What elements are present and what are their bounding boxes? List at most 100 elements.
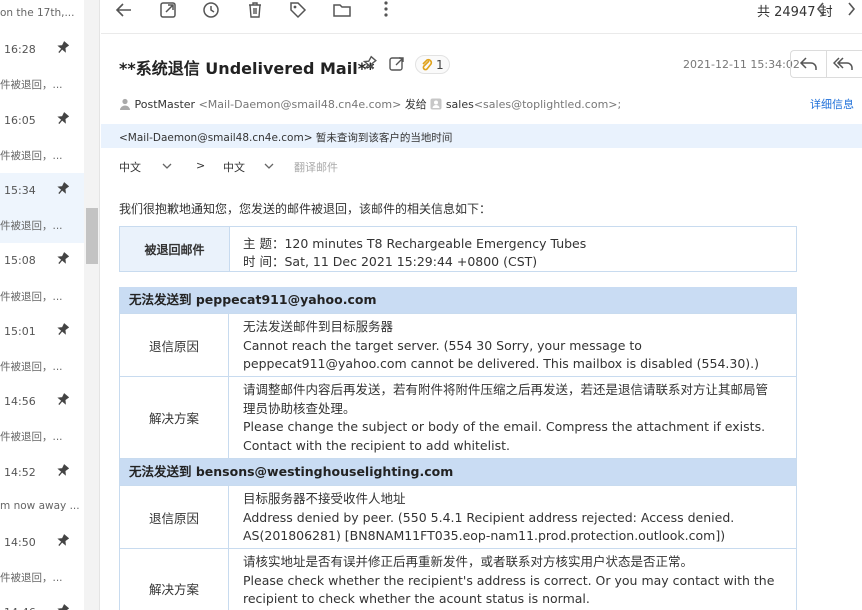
more-options-button[interactable]: [376, 0, 398, 20]
recipient-name[interactable]: sales: [446, 98, 474, 111]
bounced-mail-table: 被退回邮件 主 题：120 minutes T8 Rechargeable Em…: [119, 226, 797, 272]
translate-mail-button[interactable]: 翻译邮件: [294, 159, 338, 175]
mail-list-item-snippet-row[interactable]: on the 17th,...: [0, 0, 84, 32]
contact-icon: [430, 98, 442, 110]
pin-icon[interactable]: [55, 41, 69, 55]
sender-address[interactable]: <Mail-Daemon@smail48.cn4e.com>: [199, 98, 402, 111]
mail-list-item-time-row[interactable]: 16:28: [0, 32, 84, 67]
text-line: Please change the subject or body of the…: [243, 419, 766, 434]
mail-list-item-time-row[interactable]: 15:01: [0, 314, 84, 349]
mail-time: 16:28: [4, 43, 36, 57]
paperclip-icon: [422, 58, 433, 71]
source-language-select[interactable]: 中文: [119, 159, 141, 175]
message-subject: **系统退信 Undelivered Mail**: [119, 59, 375, 78]
mail-time: 14:56: [4, 395, 36, 409]
delete-button[interactable]: [245, 0, 267, 20]
text-line: Contact with the recipient to add whitel…: [243, 437, 510, 453]
failure-solution-row: 解决方案 请核实地址是否有误并修正后再重新发件，或者联系对方核实用户状态是否正常…: [120, 548, 796, 610]
mail-list-item-snippet-row[interactable]: 件被退回，...: [0, 138, 84, 173]
mail-list-item-time-row[interactable]: 14:56: [0, 384, 84, 419]
mail-list-item-snippet-row[interactable]: 件被退回，...: [0, 208, 84, 244]
mail-time: 15:01: [4, 324, 36, 338]
recipient-address[interactable]: <sales@toplightled.com>;: [474, 98, 621, 111]
mail-snippet: 件被退回，...: [0, 290, 63, 303]
clock-icon: [203, 2, 219, 18]
sent-to-label: 发给: [404, 98, 427, 111]
text-line: Cannot reach the target server. (554 30 …: [243, 337, 642, 353]
mail-list-item-time-row[interactable]: 15:08: [0, 243, 84, 278]
failure-reason-row: 退信原因 无法发送邮件到目标服务器 Cannot reach the targe…: [120, 313, 796, 376]
pin-icon: [362, 55, 377, 70]
sender-name[interactable]: PostMaster: [135, 98, 196, 111]
chevron-left-icon: [816, 2, 824, 16]
mail-list-item-time-row[interactable]: 14:52: [0, 455, 84, 490]
reply-button[interactable]: [799, 56, 819, 72]
text-line: 理员协助核查处理。: [243, 400, 356, 416]
tag-button[interactable]: [288, 0, 310, 20]
failure-solution-row: 解决方案 请调整邮件内容后再发送，若有附件将附件压缩之后再发送，若还是退信请联系…: [120, 376, 796, 458]
failure-solution-label: 解决方案: [120, 549, 229, 610]
bounced-mail-subject: 主 题：120 minutes T8 Rechargeable Emergenc…: [243, 236, 587, 251]
reply-all-icon: [833, 57, 853, 70]
failure-reason-label: 退信原因: [120, 486, 229, 548]
text-line: peppecat911@yahoo.com cannot be delivere…: [243, 356, 760, 371]
chevron-down-icon[interactable]: [264, 161, 274, 171]
more-vertical-icon: [384, 1, 388, 17]
move-folder-button[interactable]: [332, 0, 354, 20]
back-button[interactable]: [114, 0, 136, 20]
mail-list-item-snippet-row[interactable]: 件被退回，...: [0, 419, 84, 454]
pin-icon[interactable]: [55, 463, 69, 478]
reply-all-button[interactable]: [833, 56, 855, 72]
target-language-select[interactable]: 中文: [223, 159, 245, 175]
bounced-mail-label: 被退回邮件: [120, 227, 230, 271]
next-message-button[interactable]: [843, 0, 859, 18]
pin-icon[interactable]: [55, 111, 69, 126]
text-line: 请调整邮件内容后再发送，若有附件将附件压缩之后再发送，若还是退信请联系对方让其邮…: [243, 382, 769, 397]
mail-list-item-time-row[interactable]: 14:50: [0, 525, 84, 560]
failure-reason-text: 无法发送邮件到目标服务器 Cannot reach the target ser…: [243, 318, 791, 374]
message-toolbar: 共 24947 封: [101, 0, 862, 34]
attachment-count: 1: [436, 58, 444, 72]
mail-list-item-snippet-row[interactable]: 件被退回，...: [0, 349, 84, 384]
mail-time: 14:52: [4, 465, 36, 479]
pin-icon[interactable]: [55, 604, 69, 610]
timezone-notice: <Mail-Daemon@smail48.cn4e.com> 暂未查询到该客户的…: [119, 130, 452, 145]
mail-list-item-time-row[interactable]: 16:05: [0, 103, 84, 138]
pin-icon[interactable]: [55, 182, 69, 196]
chevron-down-icon[interactable]: [162, 161, 172, 171]
failure-block: 无法发送到 bensons@westinghouselighting.com 退…: [119, 459, 797, 610]
pin-icon[interactable]: [55, 534, 69, 548]
mail-list-item-snippet-row[interactable]: 件被退回，...: [0, 279, 84, 314]
open-external-button[interactable]: [388, 55, 406, 73]
open-new-window-button[interactable]: [158, 0, 180, 20]
mail-snippet: 件被退回，...: [0, 79, 63, 92]
language-arrow: >: [196, 159, 206, 172]
mail-list-scrollbar[interactable]: [84, 0, 100, 610]
timezone-notice-text: 暂未查询到该客户的当地时间: [315, 132, 453, 144]
details-link[interactable]: 详细信息: [810, 96, 854, 112]
prev-message-button[interactable]: [813, 0, 829, 18]
mail-list-scroll-thumb[interactable]: [86, 208, 98, 264]
mail-time: 14:46: [4, 606, 36, 610]
failure-reason-label: 退信原因: [120, 314, 229, 376]
failure-reason-text: 目标服务器不接受收件人地址 Address denied by peer. (5…: [243, 490, 791, 546]
failure-heading: 无法发送到 bensons@westinghouselighting.com: [120, 459, 796, 485]
pin-icon[interactable]: [55, 322, 69, 337]
remind-button[interactable]: [201, 0, 223, 20]
mail-list-item-time-row[interactable]: 15:34: [0, 173, 84, 208]
pin-message-button[interactable]: [360, 55, 378, 73]
mail-list-item-snippet-row[interactable]: m now away ...: [0, 490, 84, 525]
reply-icon: [799, 57, 817, 70]
mail-time: 15:34: [4, 184, 36, 197]
pin-icon[interactable]: [55, 252, 69, 266]
bounce-intro: 我们很抱歉地通知您，您发送的邮件被退回，该邮件的相关信息如下：: [119, 202, 492, 216]
attachment-badge[interactable]: 1: [415, 55, 450, 74]
text-line: recipient to check whether the acount st…: [243, 591, 590, 606]
mail-list-item-time-row[interactable]: 14:46: [0, 595, 84, 610]
mail-list-item-snippet-row[interactable]: 件被退回，...: [0, 560, 84, 595]
mail-list-item-snippet-row[interactable]: 件被退回，...: [0, 67, 84, 102]
mail-snippet: 件被退回，...: [0, 431, 63, 444]
pin-icon[interactable]: [55, 393, 69, 407]
text-line: 目标服务器不接受收件人地址: [243, 491, 406, 506]
mail-snippet: 件被退回，...: [0, 361, 63, 373]
